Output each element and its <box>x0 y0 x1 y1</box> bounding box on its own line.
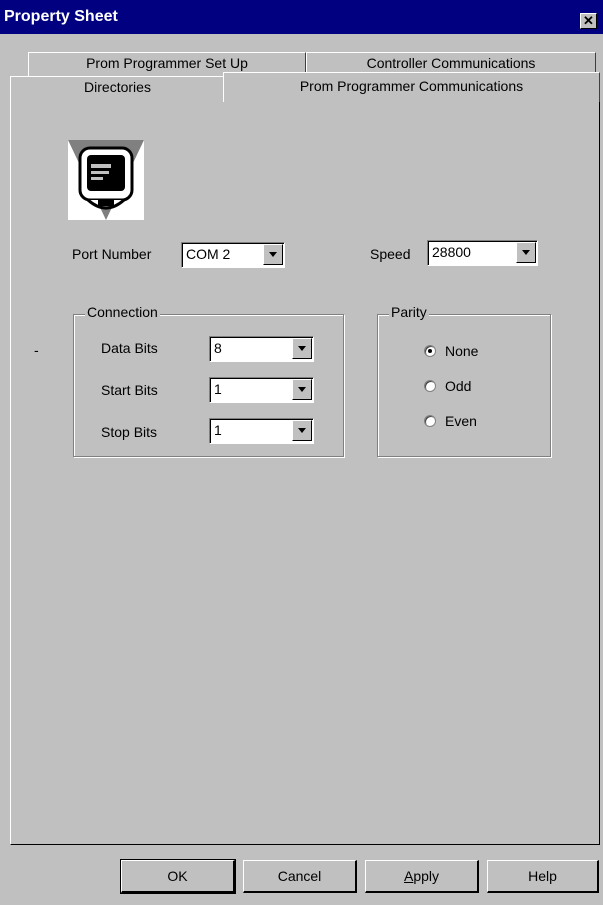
parity-option-none[interactable]: None <box>424 342 544 362</box>
ok-button[interactable]: OK <box>120 859 236 894</box>
start-bits-combo[interactable]: 1 <box>209 377 314 403</box>
help-button[interactable]: Help <box>487 860 599 893</box>
apply-label: pply <box>413 868 440 884</box>
port-number-value: COM 2 <box>186 246 231 262</box>
stray-mark: - <box>34 342 39 358</box>
data-bits-value: 8 <box>214 340 222 356</box>
chevron-down-icon[interactable] <box>292 379 312 400</box>
parity-option-even[interactable]: Even <box>424 412 544 432</box>
parity-option-label: None <box>445 343 479 359</box>
tab-directories[interactable]: Directories <box>10 76 225 102</box>
parity-option-odd[interactable]: Odd <box>424 377 544 397</box>
parity-group-title: Parity <box>389 304 429 320</box>
start-bits-label: Start Bits <box>101 382 158 398</box>
port-number-label: Port Number <box>72 246 152 262</box>
stop-bits-value: 1 <box>214 422 222 438</box>
apply-mnemonic: A <box>403 868 414 884</box>
tab-label: Prom Programmer Communications <box>299 78 524 94</box>
parity-option-label: Odd <box>445 378 472 394</box>
cancel-button[interactable]: Cancel <box>243 860 357 893</box>
active-tab-join <box>224 100 599 102</box>
speed-combo[interactable]: 28800 <box>427 240 538 266</box>
tab-label: Directories <box>84 79 151 95</box>
parity-option-label: Even <box>445 413 477 429</box>
apply-button[interactable]: Apply <box>365 860 479 893</box>
tab-label: Controller Communications <box>366 55 536 71</box>
stop-bits-label: Stop Bits <box>101 424 158 440</box>
chevron-down-icon[interactable] <box>292 338 312 359</box>
monitor-icon <box>68 140 144 220</box>
connection-group-title: Connection <box>85 304 160 320</box>
chevron-down-icon[interactable] <box>292 420 312 441</box>
stop-bits-combo[interactable]: 1 <box>209 418 314 444</box>
data-bits-combo[interactable]: 8 <box>209 336 314 362</box>
radio-button-selected[interactable] <box>424 345 436 357</box>
chevron-down-icon[interactable] <box>516 242 536 263</box>
start-bits-value: 1 <box>214 381 222 397</box>
tab-label: Prom Programmer Set Up <box>86 55 248 71</box>
speed-value: 28800 <box>432 244 471 260</box>
window-title: Property Sheet <box>4 8 118 25</box>
radio-button[interactable] <box>424 380 436 392</box>
radio-button[interactable] <box>424 415 436 427</box>
data-bits-label: Data Bits <box>101 340 158 356</box>
port-number-combo[interactable]: COM 2 <box>181 242 285 268</box>
close-button[interactable]: ✕ <box>580 13 597 29</box>
speed-label: Speed <box>370 246 411 262</box>
tab-prom-programmer-communications[interactable]: Prom Programmer Communications <box>223 72 600 102</box>
chevron-down-icon[interactable] <box>263 244 283 265</box>
